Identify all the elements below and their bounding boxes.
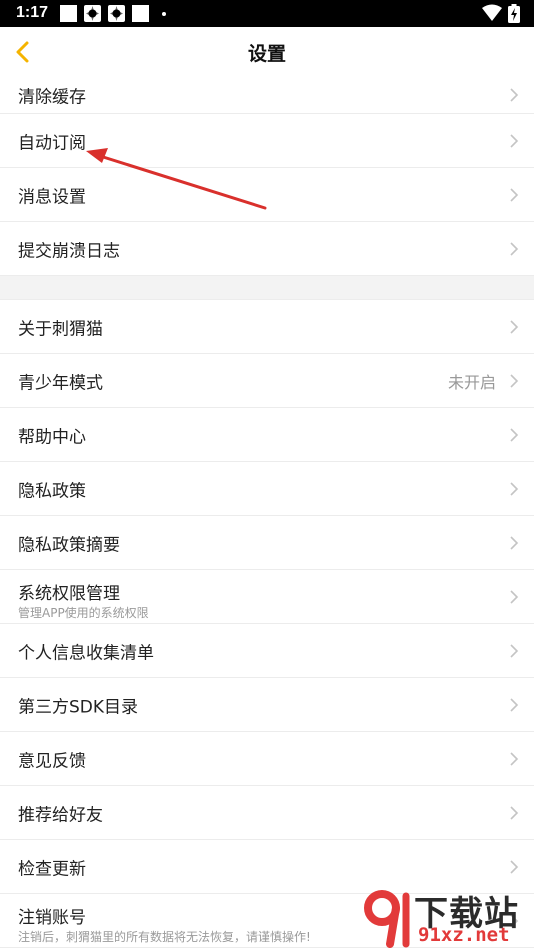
settings-row-label: 意见反馈 [18,751,86,771]
settings-row[interactable]: 青少年模式 未开启 [0,354,534,408]
notification-app-icon-2 [108,5,125,22]
chevron-right-icon [510,133,519,148]
watermark-logo: 下载站 91xz.net [362,888,532,950]
settings-row-value: 未开启 [447,372,496,392]
chevron-right-icon [510,427,519,442]
section-divider [0,276,534,300]
settings-row-label: 个人信息收集清单 [18,643,154,663]
notification-square-icon [60,5,77,22]
settings-row-label: 推荐给好友 [18,805,103,825]
settings-row[interactable]: 消息设置 [0,168,534,222]
wifi-icon [482,4,502,21]
watermark-91-icon [364,890,410,948]
settings-list: 清除缓存自动订阅消息设置提交崩溃日志 关于刺猬猫青少年模式 未开启帮助中心隐私政策… [0,76,534,948]
settings-row-label: 清除缓存 [18,87,86,107]
notification-square-icon-2 [132,5,149,22]
settings-row-subtitle: 管理APP使用的系统权限 [18,606,149,620]
settings-row-subtitle: 注销后，刺猬猫里的所有数据将无法恢复，请谨慎操作! [18,930,311,944]
chevron-right-icon [510,643,519,658]
chevron-right-icon [510,319,519,334]
settings-row-label: 自动订阅 [18,133,86,153]
chevron-right-icon [510,87,519,102]
settings-row-label: 系统权限管理 [18,584,120,604]
settings-row[interactable]: 自动订阅 [0,114,534,168]
settings-row-label: 提交崩溃日志 [18,241,120,261]
chevron-right-icon [510,241,519,256]
notification-more-dot-icon [162,12,166,16]
notification-app-icon [84,5,101,22]
chevron-right-icon [510,373,519,388]
settings-group-bottom: 关于刺猬猫青少年模式 未开启帮助中心隐私政策隐私政策摘要 系统权限管理管理APP使用… [0,300,534,948]
chevron-right-icon [510,481,519,496]
settings-row-label: 注销账号 [18,908,86,928]
navbar: 设置 [0,27,534,76]
page-title: 设置 [247,43,286,65]
chevron-right-icon [510,859,519,874]
chevron-right-icon [510,697,519,712]
chevron-right-icon [510,187,519,202]
settings-row[interactable]: 第三方SDK目录 [0,678,534,732]
settings-row[interactable]: 帮助中心 [0,408,534,462]
settings-row-label: 青少年模式 [18,373,103,393]
settings-row[interactable]: 关于刺猬猫 [0,300,534,354]
settings-row-label: 帮助中心 [18,427,86,447]
settings-row-label: 检查更新 [18,859,86,879]
chevron-right-icon [510,805,519,820]
settings-row[interactable]: 推荐给好友 [0,786,534,840]
settings-row[interactable]: 个人信息收集清单 [0,624,534,678]
settings-row-label: 关于刺猬猫 [18,319,103,339]
battery-charging-icon [508,4,520,23]
settings-row-label: 隐私政策 [18,481,86,501]
settings-row-label: 第三方SDK目录 [18,697,139,717]
chevron-right-icon [510,751,519,766]
settings-row[interactable]: 提交崩溃日志 [0,222,534,276]
settings-row[interactable]: 系统权限管理管理APP使用的系统权限 [0,570,534,624]
settings-row[interactable]: 清除缓存 [0,76,534,114]
status-time: 1:17 [16,4,49,21]
settings-row-label: 消息设置 [18,187,86,207]
settings-row[interactable]: 意见反馈 [0,732,534,786]
chevron-right-icon [510,589,519,604]
status-bar: 1:17 [0,0,534,27]
settings-row[interactable]: 隐私政策摘要 [0,516,534,570]
settings-row[interactable]: 隐私政策 [0,462,534,516]
watermark-url: 91xz.net [418,924,510,946]
chevron-right-icon [510,535,519,550]
settings-row-label: 隐私政策摘要 [18,535,120,555]
settings-group-top: 清除缓存自动订阅消息设置提交崩溃日志 [0,76,534,276]
